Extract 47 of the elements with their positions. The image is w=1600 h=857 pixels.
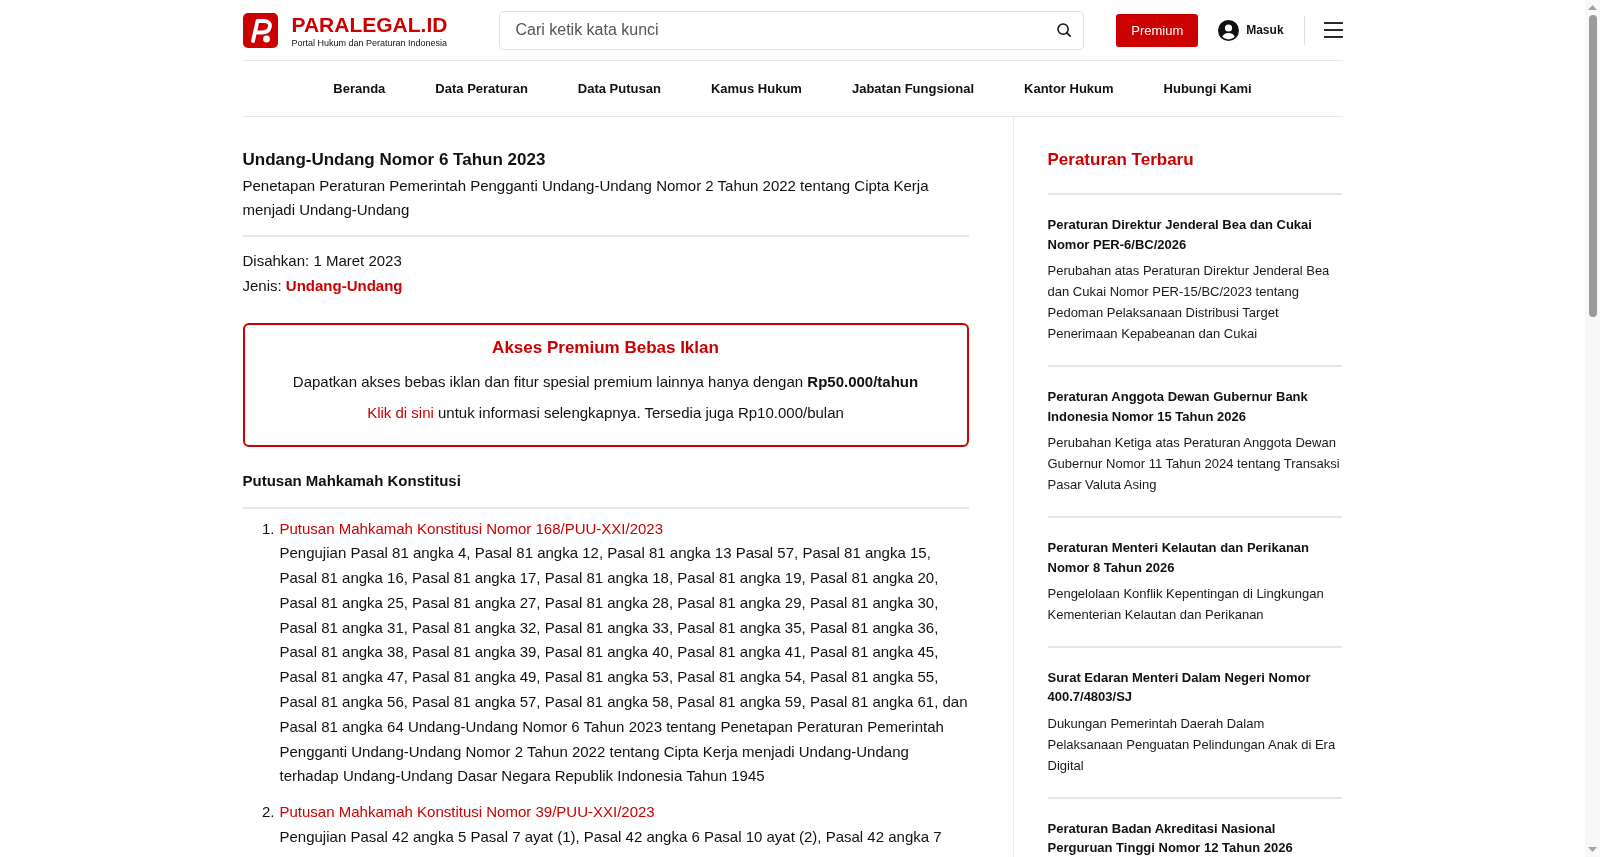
- decision-link[interactable]: Putusan Mahkamah Konstitusi Nomor 168/PUU-XXI/2023: [279, 519, 664, 537]
- promo-title: Akses Premium Bebas Iklan: [491, 337, 720, 359]
- sidebar-title: Peraturan Terbaru: [1047, 149, 1195, 171]
- nav-link[interactable]: Beranda: [333, 81, 386, 96]
- regulation-title[interactable]: Peraturan Badan Akreditasi Nasional Perguruan Tinggi Nomor 12 Tahun 2026: [1047, 818, 1342, 857]
- login-link[interactable]: Masuk: [1218, 19, 1284, 41]
- search-field[interactable]: Cari ketik kata kunci: [499, 10, 1085, 50]
- decision-description: Pengujian Pasal 81 angka 4, Pasal 81 angka 12, Pasal 81 angka 13 Pasal 57, Pasal 81 angka 15, Pasal 81 angka 16, Pasal 81 angka 17, Pasal 81 angka 18, Pasal 81 angka 19, Pasal 81 angka 20, Pasal 81 angka 25, Pasal 81 angka 27, Pasal 81 angka 28, Pasal 81 angka 29, Pasal 81 angka 30, Pasal 81 angka 31, Pasal 81 angka 32, Pasal 81 angka 33, Pasal 81 angka 35, Pasal 81 angka 36, Pasal 81 angka 38, Pasal 81 angka 39, Pasal 81 angka 40, Pasal 81 angka 41, Pasal 81 angka 45, Pasal 81 angka 47, Pasal 81 angka 49, Pasal 81 angka 53, Pasal 81 angka 54, Pasal 81 angka 55, Pasal 81 angka 56, Pasal 81 angka 57, Pasal 81 angka 58, Pasal 81 angka 59, Pasal 81 angka 61, dan Pasal 81 angka 64 Undang-Undang Nomor 6 Tahun 2023 tentang Penetapan Peraturan Pemerintah Pengganti Undang-Undang Nomor 2 Tahun 2022 tentang Cipta Kerja menjadi Undang-Undang terhadap Undang-Undang Dasar Negara Republik Indonesia Tahun 1945: [279, 543, 969, 787]
- regulation-description: Dukungan Pemerintah Daerah Dalam Pelaksanaan Penguatan Pelindungan Anak di Era Digital: [1047, 714, 1337, 775]
- decision-link[interactable]: Putusan Mahkamah Konstitusi Nomor 39/PUU-XXI/2023: [279, 803, 655, 821]
- meta-label: Jenis:: [242, 277, 282, 294]
- list-number: 2.: [261, 802, 276, 823]
- logo-icon[interactable]: [242, 12, 278, 48]
- regulation-title[interactable]: Peraturan Direktur Jenderal Bea dan Cukai Nomor PER-6/BC/2026: [1047, 215, 1342, 254]
- brand-name[interactable]: PARALEGAL.ID: [291, 13, 448, 36]
- section-title: Putusan Mahkamah Konstitusi: [242, 471, 462, 491]
- nav-link[interactable]: Jabatan Fungsional: [851, 81, 974, 96]
- nav-link[interactable]: Data Putusan: [577, 81, 661, 96]
- meta-value: 1 Maret 2023: [313, 252, 402, 269]
- regulation-title[interactable]: Peraturan Anggota Dewan Gubernur Bank Indonesia Nomor 15 Tahun 2026: [1047, 387, 1342, 427]
- scrollbar[interactable]: [1585, 0, 1600, 857]
- regulation-description: Pengelolaan Konflik Kepentingan di Lingkungan Kementerian Kelautan dan Perikanan: [1047, 584, 1325, 624]
- user-icon: [1218, 19, 1240, 41]
- arrow-down-icon[interactable]: [1588, 847, 1597, 852]
- document-title: Undang-Undang Nomor 6 Tahun 2023: [242, 149, 547, 171]
- nav-link[interactable]: Kamus Hukum: [710, 81, 802, 96]
- regulation-title[interactable]: Surat Edaran Menteri Dalam Negeri Nomor 400.7/4803/SJ: [1047, 667, 1342, 707]
- list-number: 1.: [261, 518, 276, 539]
- nav-link[interactable]: Kantor Hukum: [1024, 81, 1114, 96]
- decision-description: Pengujian Pasal 42 angka 5 Pasal 7 ayat (1), Pasal 42 angka 6 Pasal 10 ayat (2), Pasal 42 angka 7: [279, 827, 943, 848]
- promo-text: Dapatkan akses bebas iklan dan fitur spesial premium lainnya hanya dengan Rp50.000/tahun: [291, 372, 920, 392]
- premium-button[interactable]: Premium: [1116, 13, 1199, 47]
- brand-tagline: Portal Hukum dan Peraturan Indonesia: [291, 37, 448, 49]
- arrow-up-icon[interactable]: [1588, 5, 1597, 10]
- scrollbar-thumb[interactable]: [1588, 15, 1597, 317]
- menu-icon[interactable]: [1323, 22, 1343, 38]
- search-icon[interactable]: [1057, 23, 1072, 37]
- more-info-link[interactable]: Klik di sini: [367, 404, 434, 421]
- regulation-title[interactable]: Peraturan Menteri Kelautan dan Perikanan Nomor 8 Tahun 2026: [1047, 538, 1342, 578]
- document-subtitle: Penetapan Peraturan Pemerintah Pengganti Undang-Undang Nomor 2 Tahun 2022 tentang Cipta Kerja menjadi Undang-Undang: [242, 176, 930, 220]
- nav-link[interactable]: Data Peraturan: [435, 81, 528, 96]
- type-link[interactable]: Undang-Undang: [285, 277, 403, 294]
- nav-link[interactable]: Hubungi Kami: [1163, 81, 1252, 96]
- regulation-description: Perubahan atas Peraturan Direktur Jenderal Bea dan Cukai Nomor PER-15/BC/2023 tentang Pedoman Pelaksanaan Distribusi Target Penerimaan Kepabeanan dan Cukai: [1047, 261, 1331, 343]
- meta-label: Disahkan:: [242, 252, 310, 269]
- promo-info-text: Klik di sini untuk informasi selengkapnya. Tersedia juga Rp10.000/bulan: [366, 403, 845, 423]
- regulation-description: Perubahan Ketiga atas Peraturan Anggota Dewan Gubernur Nomor 11 Tahun 2024 tentang Transaksi Pasar Valuta Asing: [1047, 433, 1341, 494]
